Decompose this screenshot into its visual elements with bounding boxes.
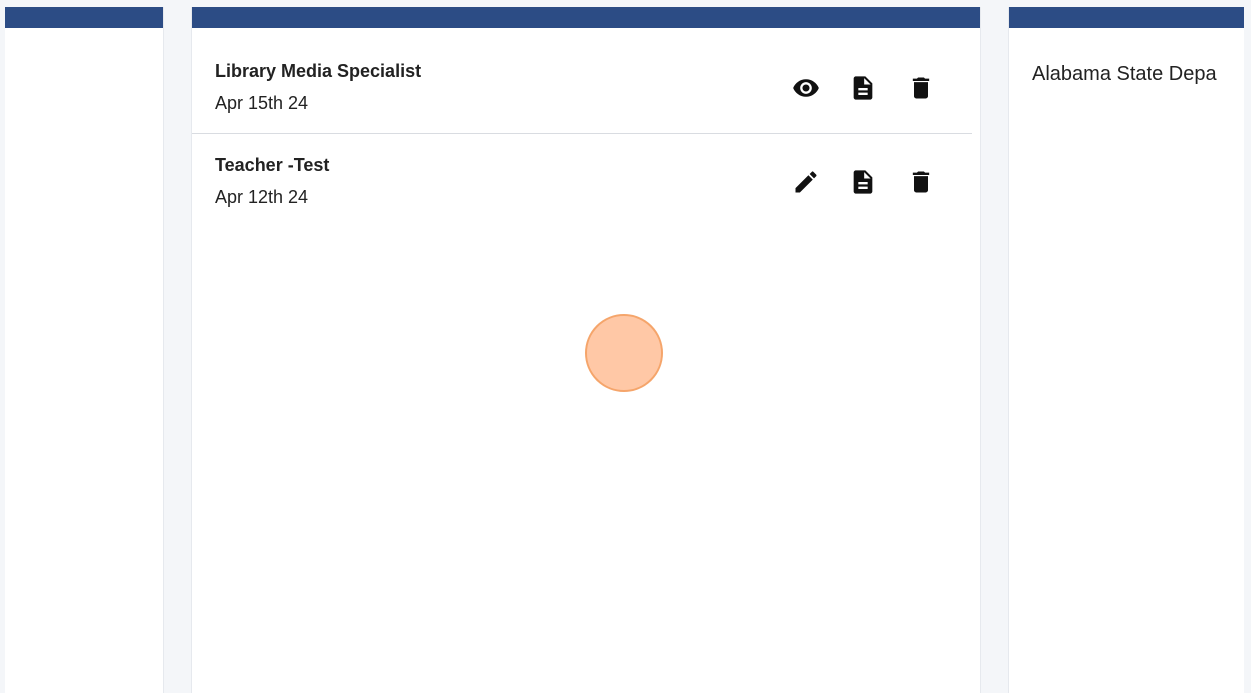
organization-name: Alabama State Depa (1032, 63, 1217, 85)
edit-button[interactable] (789, 165, 823, 199)
document-button[interactable] (846, 165, 880, 199)
center-panel-header (192, 7, 980, 28)
list-item[interactable]: Teacher -Test Apr 12th 24 (192, 134, 972, 227)
list-item[interactable]: Library Media Specialist Apr 15th 24 (192, 40, 972, 134)
left-panel-header (5, 7, 163, 28)
click-indicator (585, 314, 663, 392)
item-date: Apr 15th 24 (215, 93, 309, 113)
delete-button[interactable] (904, 165, 938, 199)
trash-icon (912, 171, 930, 193)
item-date: Apr 12th 24 (215, 187, 309, 207)
right-panel: Alabama State Depa (1008, 7, 1244, 693)
pencil-icon (795, 171, 817, 193)
document-button[interactable] (846, 71, 880, 105)
trash-icon (912, 77, 930, 99)
item-title: Teacher -Test (215, 155, 330, 175)
left-panel (5, 7, 164, 693)
document-icon (853, 170, 873, 194)
document-icon (853, 76, 873, 100)
view-button[interactable] (789, 71, 823, 105)
delete-button[interactable] (904, 71, 938, 105)
right-panel-header (1009, 7, 1244, 28)
eye-icon (793, 79, 819, 97)
item-title: Library Media Specialist (215, 61, 422, 81)
